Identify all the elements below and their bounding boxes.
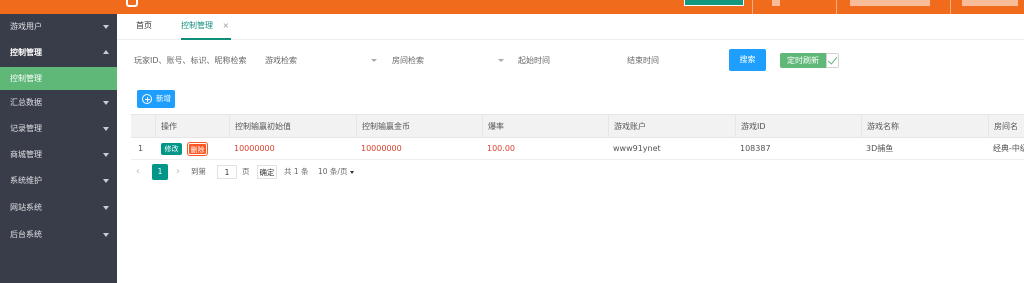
main-content: 首页 控制管理 × 玩家ID、账号、标识、昵称检索 游戏检索 房间检索 起始时间… <box>117 14 1024 283</box>
start-time-input[interactable]: 起始时间 <box>518 55 618 67</box>
search-bar: 玩家ID、账号、标识、昵称检索 游戏检索 房间检索 起始时间 结束时间 搜索 定… <box>117 48 1024 74</box>
edit-button[interactable]: 修改 <box>161 143 182 155</box>
table-header-cell: 房间名称 <box>988 115 1024 155</box>
input-placeholder: 结束时间 <box>627 56 659 65</box>
chevron-down-icon <box>103 25 109 29</box>
chevron-left-icon[interactable]: ‹ <box>136 164 140 180</box>
chevron-down-icon <box>350 171 354 174</box>
logo-icon <box>126 0 138 7</box>
sidebar-item-label: 记录管理 <box>10 124 42 133</box>
header-divider <box>836 0 837 14</box>
select-value: 房间检索 <box>392 56 424 65</box>
player-search-input[interactable]: 玩家ID、账号、标识、昵称检索 <box>134 55 252 67</box>
room-select[interactable]: 房间检索 <box>392 55 508 67</box>
end-time-input[interactable]: 结束时间 <box>627 55 727 67</box>
table-header-cell: 操作 <box>155 115 229 139</box>
header-action-button[interactable] <box>684 0 744 6</box>
cell-initial-value: 10000000 <box>234 144 275 153</box>
total-count: 共 1 条 <box>284 167 309 176</box>
goto-label: 到第 <box>191 167 206 176</box>
input-placeholder: 起始时间 <box>518 56 550 65</box>
sidebar-item-summary-data[interactable]: 汇总数据 <box>0 90 117 116</box>
sidebar: 游戏用户 控制管理 控制管理 汇总数据 记录管理 商城管理 系统维护 网站系统 … <box>0 14 117 283</box>
auto-refresh-checkbox[interactable] <box>826 53 839 68</box>
header-user-menu[interactable] <box>850 0 930 6</box>
tab-bar: 首页 控制管理 × <box>117 14 1024 40</box>
tab-label: 控制管理 <box>181 21 213 30</box>
sidebar-item-control-management[interactable]: 控制管理 <box>0 40 117 66</box>
sidebar-item-label: 后台系统 <box>10 230 42 239</box>
cell-room-name: 经典-中级 <box>993 144 1024 153</box>
checkmark-icon <box>827 54 838 65</box>
table-header-cell: 游戏ID <box>735 115 861 139</box>
button-label: 搜索 <box>739 55 756 64</box>
top-header <box>0 0 1024 14</box>
page-jump-input[interactable]: 1 <box>217 165 237 179</box>
control-table: 操作 控制输赢初始值 控制输赢金币 爆率 游戏账户 游戏ID 游戏名称 房间名称… <box>131 114 1024 162</box>
chevron-down-icon <box>498 59 504 62</box>
cell-game-id: 108387 <box>740 144 771 153</box>
sidebar-item-system-maintenance[interactable]: 系统维护 <box>0 168 117 194</box>
page-size-select[interactable]: 10 条/页 <box>318 164 354 180</box>
chevron-down-icon <box>371 59 377 62</box>
cell-rate: 100.00 <box>487 144 515 153</box>
add-button[interactable]: 新增 <box>137 90 175 108</box>
sidebar-item-label: 控制管理 <box>10 74 42 83</box>
delete-button[interactable]: 删除 <box>188 143 207 155</box>
header-logout[interactable] <box>962 0 1018 6</box>
chevron-up-icon <box>103 50 109 54</box>
sidebar-item-game-users[interactable]: 游戏用户 <box>0 14 117 40</box>
tab-home[interactable]: 首页 <box>136 14 152 40</box>
sidebar-item-label: 系统维护 <box>10 176 42 185</box>
page-jump-confirm-button[interactable]: 确定 <box>257 165 277 179</box>
table-header-cell: 游戏名称 <box>861 115 988 139</box>
sidebar-item-label: 游戏用户 <box>10 22 42 31</box>
game-select[interactable]: 游戏检索 <box>265 55 381 67</box>
table-header-cell: 爆率 <box>482 115 608 139</box>
sidebar-subitem-control-management[interactable]: 控制管理 <box>0 67 117 90</box>
tab-control-management[interactable]: 控制管理 × <box>181 14 232 40</box>
table-header-cell: 控制输赢金币 <box>356 115 482 139</box>
chevron-down-icon <box>103 101 109 105</box>
select-value: 游戏检索 <box>265 56 297 65</box>
sidebar-item-label: 商城管理 <box>10 150 42 159</box>
page-button-current[interactable]: 1 <box>152 164 168 180</box>
button-label: 定时刷新 <box>787 56 819 65</box>
sidebar-item-website-system[interactable]: 网站系统 <box>0 195 117 221</box>
sidebar-item-label: 控制管理 <box>10 48 42 57</box>
chevron-down-icon <box>103 153 109 157</box>
header-divider <box>950 0 951 14</box>
search-button[interactable]: 搜索 <box>729 49 766 71</box>
header-icon[interactable] <box>772 0 780 6</box>
page-unit-label: 页 <box>242 167 250 176</box>
pagination: ‹ 1 › 到第 1 页 确定 共 1 条 10 条/页 <box>131 164 531 180</box>
row-index: 1 <box>138 144 144 153</box>
sidebar-item-label: 汇总数据 <box>10 98 42 107</box>
cell-coins: 10000000 <box>361 144 402 153</box>
table-header-cell: 游戏账户 <box>608 115 735 139</box>
cell-account: www91ynet <box>613 144 661 153</box>
cell-game-name: 3D捕鱼 <box>866 144 894 153</box>
chevron-down-icon <box>103 179 109 183</box>
button-label: 新增 <box>156 94 171 103</box>
header-divider <box>752 0 753 14</box>
auto-refresh-toggle[interactable]: 定时刷新 <box>780 53 826 68</box>
sidebar-item-admin-system[interactable]: 后台系统 <box>0 222 117 248</box>
table-header-cell: 控制输赢初始值 <box>229 115 356 139</box>
sidebar-item-mall[interactable]: 商城管理 <box>0 142 117 168</box>
chevron-down-icon <box>103 206 109 210</box>
table-header: 操作 控制输赢初始值 控制输赢金币 爆率 游戏账户 游戏ID 游戏名称 房间名称 <box>131 114 1024 155</box>
input-placeholder: 玩家ID、账号、标识、昵称检索 <box>134 56 247 65</box>
sidebar-item-records[interactable]: 记录管理 <box>0 116 117 142</box>
close-icon[interactable]: × <box>223 21 230 30</box>
chevron-down-icon <box>103 127 109 131</box>
chevron-down-icon <box>103 233 109 237</box>
table-header-index <box>131 115 155 139</box>
sidebar-item-label: 网站系统 <box>10 203 42 212</box>
tab-label: 首页 <box>136 21 152 30</box>
table-row: 1 修改 删除 10000000 10000000 100.00 www91yn… <box>131 138 1024 160</box>
plus-circle-icon <box>142 94 152 104</box>
chevron-right-icon[interactable]: › <box>176 164 180 180</box>
